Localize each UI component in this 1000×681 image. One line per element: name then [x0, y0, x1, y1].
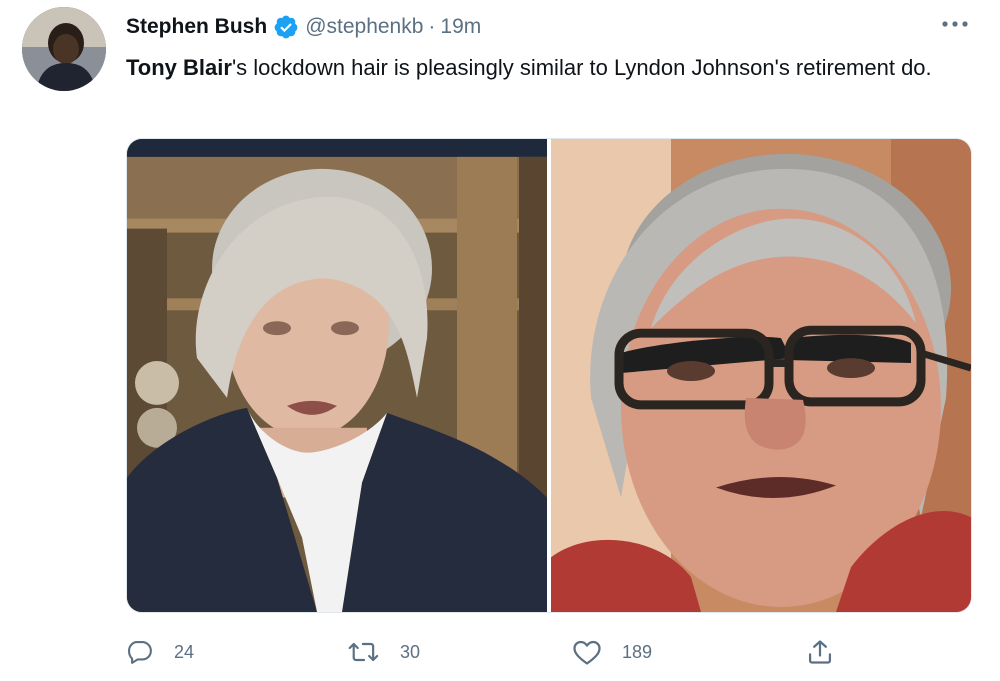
share-button[interactable] [806, 632, 834, 672]
verified-badge-icon [273, 14, 299, 40]
reply-icon [127, 641, 152, 664]
tweet-text: Tony Blair's lockdown hair is pleasingly… [126, 52, 956, 84]
retweet-count: 30 [400, 641, 421, 662]
separator-dot: · [428, 15, 436, 38]
tweet-actions: 24 30 189 [126, 632, 846, 672]
timestamp[interactable]: 19m [440, 15, 481, 39]
photo-lyndon-johnson[interactable] [551, 139, 971, 612]
handle[interactable]: @stephenkb [305, 15, 423, 39]
photo-tony-blair[interactable] [127, 139, 547, 612]
tweet-header: Stephen Bush @stephenkb · 19m [126, 10, 481, 44]
reply-button[interactable]: 24 [126, 632, 194, 672]
display-name[interactable]: Stephen Bush [126, 15, 267, 39]
reply-count: 24 [174, 641, 195, 662]
avatar[interactable] [22, 7, 106, 91]
tweet-text-body: 's lockdown hair is pleasingly similar t… [231, 55, 932, 80]
like-count: 189 [622, 641, 653, 662]
tweet[interactable]: Stephen Bush @stephenkb · 19m Tony Blair… [0, 0, 1000, 681]
share-icon [808, 640, 832, 664]
more-dots-icon [942, 21, 968, 27]
retweet-icon [348, 642, 379, 662]
more-options-button[interactable] [940, 12, 970, 36]
tweet-media[interactable] [126, 138, 972, 613]
retweet-button[interactable]: 30 [348, 632, 420, 672]
heart-icon [573, 640, 601, 665]
tweet-text-mention: Tony Blair [126, 55, 232, 80]
like-button[interactable]: 189 [572, 632, 652, 672]
